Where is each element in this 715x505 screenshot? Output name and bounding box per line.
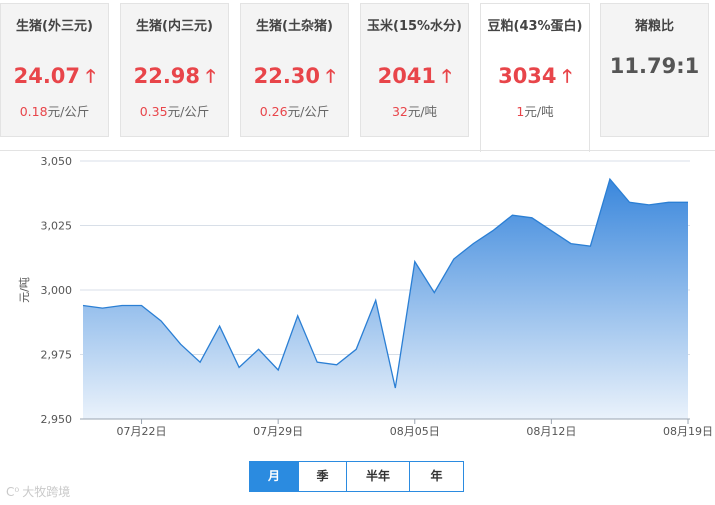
- card-value: 3034 🡑: [481, 64, 589, 94]
- card-title: 玉米(15%水分): [367, 19, 462, 34]
- card-change: 0.35元/公斤: [121, 101, 228, 120]
- card-value-text: 3034: [498, 64, 557, 88]
- price-card[interactable]: 豆粕(43%蛋白) 3034 🡑 1元/吨: [480, 3, 590, 152]
- card-value: 24.07 🡑: [1, 64, 108, 94]
- arrow-up-icon: 🡑: [326, 66, 336, 87]
- card-change: 0.18元/公斤: [1, 101, 108, 120]
- x-tick-label: 07月22日: [117, 425, 167, 438]
- price-card[interactable]: 生猪(外三元) 24.07 🡑 0.18元/公斤: [0, 3, 109, 137]
- watermark: C⁰ 大牧跨境: [6, 483, 70, 500]
- tab-period[interactable]: 半年: [347, 462, 410, 491]
- change-unit: 元/吨: [524, 104, 554, 119]
- card-title: 猪粮比: [634, 19, 674, 34]
- arrow-up-icon: 🡑: [442, 66, 452, 87]
- card-value-text: 22.98: [133, 64, 201, 88]
- card-change: 1元/吨: [481, 101, 589, 120]
- y-tick-label: 2,950: [41, 413, 73, 426]
- arrow-up-icon: 🡑: [562, 66, 572, 87]
- change-unit: 元/公斤: [167, 104, 210, 119]
- change-unit: 元/公斤: [287, 104, 330, 119]
- watermark-logo-icon: C⁰: [6, 485, 20, 499]
- x-tick-label: 07月29日: [253, 425, 303, 438]
- area-fill: [83, 179, 688, 419]
- card-change: 0.26元/公斤: [241, 101, 348, 120]
- change-value: 32: [391, 104, 408, 119]
- card-title: 生猪(内三元): [136, 19, 213, 34]
- card-value: 22.30 🡑: [241, 64, 348, 94]
- tab-period[interactable]: 月: [250, 462, 299, 491]
- card-value: 22.98 🡑: [121, 64, 228, 94]
- card-value: 11.79:1: [601, 54, 708, 78]
- card-value-text: 11.79:1: [609, 54, 700, 78]
- period-tabs: 月季半年年: [249, 461, 464, 492]
- card-title: 生猪(外三元): [16, 19, 93, 34]
- price-cards: 生猪(外三元) 24.07 🡑 0.18元/公斤 生猪(内三元) 22.98 🡑 0.35元/…: [0, 0, 715, 152]
- card-value: 2041 🡑: [361, 64, 468, 94]
- y-tick-label: 3,050: [41, 155, 73, 168]
- change-unit: 元/公斤: [47, 104, 90, 119]
- tab-period[interactable]: 季: [299, 462, 347, 491]
- card-value-text: 2041: [377, 64, 437, 88]
- price-card[interactable]: 猪粮比 11.79:1: [600, 3, 709, 137]
- price-card[interactable]: 生猪(内三元) 22.98 🡑 0.35元/公斤: [120, 3, 229, 137]
- change-value: 0.18: [19, 104, 48, 119]
- y-tick-label: 3,025: [41, 220, 73, 233]
- x-tick-label: 08月12日: [526, 425, 576, 438]
- price-card[interactable]: 生猪(土杂猪) 22.30 🡑 0.26元/公斤: [240, 3, 349, 137]
- card-value-text: 24.07: [13, 64, 81, 88]
- change-unit: 元/吨: [407, 104, 438, 119]
- tab-period[interactable]: 年: [410, 462, 463, 491]
- y-tick-label: 2,975: [41, 349, 73, 362]
- arrow-up-icon: 🡑: [86, 66, 96, 87]
- change-value: 0.26: [259, 104, 288, 119]
- watermark-text: 大牧跨境: [22, 485, 71, 499]
- card-title: 豆粕(43%蛋白): [487, 19, 583, 34]
- card-value-text: 22.30: [253, 64, 321, 88]
- price-chart: 2,950 2,975 3,000 3,025 3,050 元/吨 07月22日 07月29日…: [18, 155, 713, 438]
- y-tick-label: 3,000: [41, 284, 73, 297]
- y-axis-label: 元/吨: [18, 277, 31, 303]
- change-value: 0.35: [139, 104, 168, 119]
- x-tick-label: 08月19日: [663, 425, 713, 438]
- price-card[interactable]: 玉米(15%水分) 2041 🡑 32元/吨: [360, 3, 469, 137]
- card-change: 32元/吨: [361, 101, 468, 120]
- chart-panel: 2,950 2,975 3,000 3,025 3,050 元/吨 07月22日 07月29日…: [0, 150, 715, 505]
- card-title: 生猪(土杂猪): [256, 19, 333, 34]
- arrow-up-icon: 🡑: [206, 66, 216, 87]
- x-tick-label: 08月05日: [390, 425, 440, 438]
